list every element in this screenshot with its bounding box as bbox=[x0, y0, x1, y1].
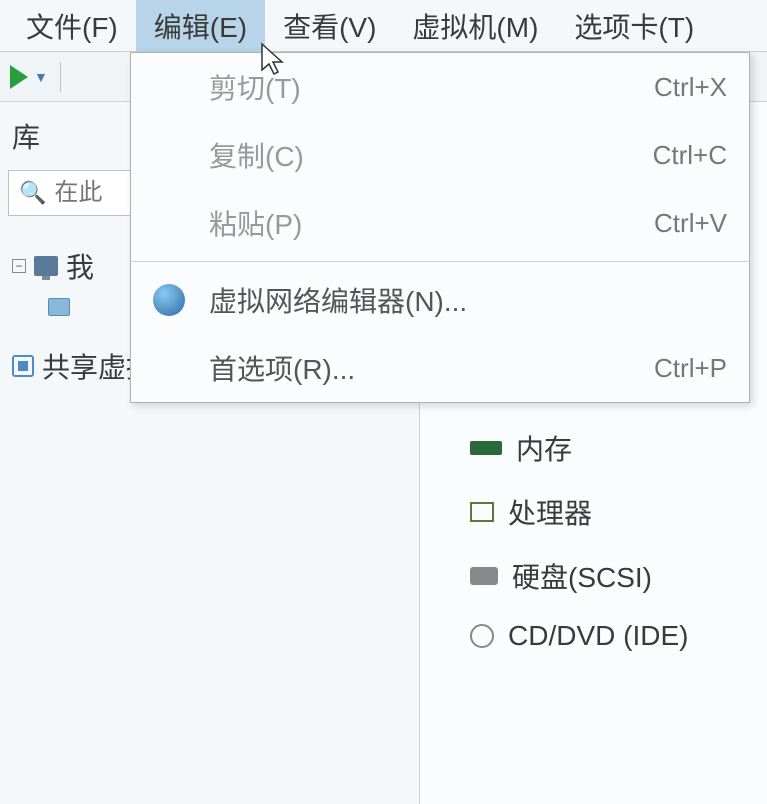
disk-icon bbox=[470, 567, 498, 585]
device-label: 处理器 bbox=[508, 492, 592, 532]
menu-shortcut: Ctrl+X bbox=[654, 72, 727, 103]
menu-label: 剪切(T) bbox=[209, 67, 654, 107]
device-cpu[interactable]: 处理器 bbox=[440, 480, 747, 544]
device-cd[interactable]: CD/DVD (IDE) bbox=[440, 608, 747, 664]
menu-paste[interactable]: 粘贴(P) Ctrl+V bbox=[131, 189, 749, 257]
menu-file[interactable]: 文件(F) bbox=[8, 0, 136, 56]
toolbar-separator bbox=[60, 62, 61, 92]
device-memory[interactable]: 内存 bbox=[440, 416, 747, 480]
menu-label: 虚拟网络编辑器(N)... bbox=[209, 280, 727, 320]
menu-tabs[interactable]: 选项卡(T) bbox=[556, 0, 712, 56]
menu-vm[interactable]: 虚拟机(M) bbox=[394, 0, 556, 56]
power-on-button[interactable]: ▼ bbox=[10, 65, 48, 89]
cpu-icon bbox=[470, 502, 494, 522]
tree-label: 我 bbox=[66, 246, 94, 286]
menu-preferences[interactable]: 首选项(R)... Ctrl+P bbox=[131, 334, 749, 402]
menu-copy[interactable]: 复制(C) Ctrl+C bbox=[131, 121, 749, 189]
edit-dropdown-menu: 剪切(T) Ctrl+X 复制(C) Ctrl+C 粘贴(P) Ctrl+V 虚… bbox=[130, 52, 750, 403]
menu-icon-col bbox=[153, 284, 209, 316]
menu-cut[interactable]: 剪切(T) Ctrl+X bbox=[131, 53, 749, 121]
dropdown-arrow-icon[interactable]: ▼ bbox=[34, 69, 48, 85]
device-disk[interactable]: 硬盘(SCSI) bbox=[440, 544, 747, 608]
vm-icon bbox=[48, 298, 70, 316]
shared-icon bbox=[12, 355, 34, 377]
menu-shortcut: Ctrl+V bbox=[654, 208, 727, 239]
collapse-icon[interactable]: − bbox=[12, 259, 26, 273]
menu-virtual-network-editor[interactable]: 虚拟网络编辑器(N)... bbox=[131, 266, 749, 334]
menu-shortcut: Ctrl+P bbox=[654, 353, 727, 384]
menu-view[interactable]: 查看(V) bbox=[265, 0, 394, 56]
device-label: CD/DVD (IDE) bbox=[508, 620, 688, 652]
device-label: 内存 bbox=[516, 428, 572, 468]
cd-icon bbox=[470, 624, 494, 648]
memory-icon bbox=[470, 441, 502, 455]
menu-label: 复制(C) bbox=[209, 135, 653, 175]
menu-label: 粘贴(P) bbox=[209, 203, 654, 243]
menu-edit[interactable]: 编辑(E) bbox=[136, 0, 265, 56]
menu-separator bbox=[131, 261, 749, 262]
menubar: 文件(F) 编辑(E) 查看(V) 虚拟机(M) 选项卡(T) bbox=[0, 0, 767, 52]
globe-icon bbox=[153, 284, 185, 316]
computer-icon bbox=[34, 256, 58, 276]
device-label: 硬盘(SCSI) bbox=[512, 556, 652, 596]
search-icon: 🔍 bbox=[19, 180, 46, 206]
play-icon bbox=[10, 65, 28, 89]
menu-shortcut: Ctrl+C bbox=[653, 140, 727, 171]
menu-label: 首选项(R)... bbox=[209, 348, 654, 388]
